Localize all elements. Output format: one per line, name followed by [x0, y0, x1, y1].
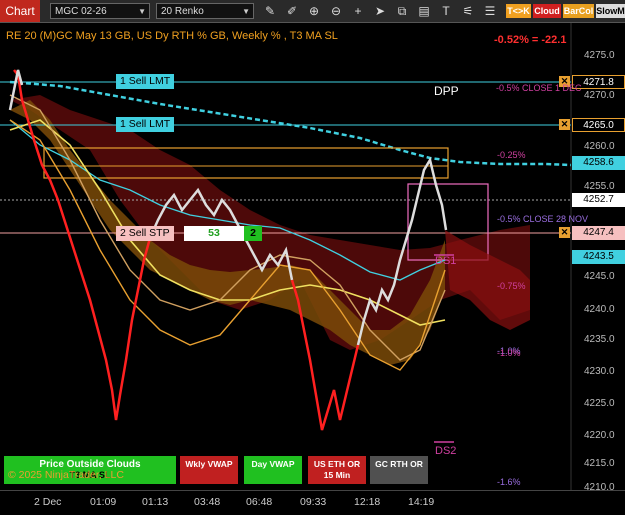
x-tick: 01:13 — [142, 496, 169, 508]
cancel-order-icon[interactable]: ✕ — [559, 119, 570, 130]
ds1-label: DS1 — [435, 255, 457, 267]
properties-icon[interactable]: ▤ — [416, 3, 432, 19]
crosshair-icon[interactable]: + — [350, 3, 366, 19]
level-note: -1.0% — [497, 348, 521, 358]
pointer-icon[interactable]: ➤ — [372, 3, 388, 19]
ma-price-tag: 4243.5 — [572, 250, 625, 264]
x-tick: 12:18 — [354, 496, 381, 508]
period-value: 20 Renko — [161, 6, 204, 17]
sell-limit-order-label[interactable]: 1 Sell LMT — [116, 117, 175, 132]
y-tick: 4240.0 — [584, 304, 615, 315]
y-tick: 4270.0 — [584, 90, 615, 101]
drawing-icon[interactable]: ⚟ — [460, 3, 476, 19]
level-note: -0.5% CLOSE 1 DEC — [496, 83, 582, 93]
toolbar: Chart MGC 02-26 ▼ 20 Renko ▼ ✎ ✐ ⊕ ⊖ + ➤… — [0, 0, 625, 23]
cloud-toggle-button[interactable]: Cloud — [533, 4, 561, 18]
dpp-label: DPP — [434, 84, 459, 98]
zoom-out-icon[interactable]: ⊖ — [328, 3, 344, 19]
level-note: -0.5% CLOSE 28 NOV — [497, 214, 589, 224]
level-note: -0.25% — [497, 150, 526, 160]
sell-stop-order-label[interactable]: 2 Sell STP — [116, 226, 174, 241]
y-tick: 4260.0 — [584, 141, 615, 152]
y-tick: 4225.0 — [584, 398, 615, 409]
order-count[interactable]: 2 — [244, 226, 262, 241]
text-icon[interactable]: T — [438, 3, 454, 19]
y-tick: 4275.0 — [584, 50, 615, 61]
level-note: -1.6% — [497, 477, 521, 487]
copyright-text: © 2025 NinjaTrader, LLC — [8, 469, 124, 481]
sell-limit-order-label[interactable]: 1 Sell LMT — [116, 74, 175, 89]
x-tick: 14:19 — [408, 496, 435, 508]
y-tick: 4230.0 — [584, 366, 615, 377]
gc-rth-or-button[interactable]: GC RTH OR — [370, 456, 428, 484]
zoom-in-icon[interactable]: ⊕ — [306, 3, 322, 19]
barcol-toggle-button[interactable]: BarCol — [563, 4, 594, 18]
tk-toggle-button[interactable]: T<>K — [506, 4, 531, 18]
copy-icon[interactable]: ⧉ — [394, 3, 410, 19]
y-tick: 4220.0 — [584, 430, 615, 441]
order-price-tag[interactable]: 4265.0 — [572, 118, 625, 132]
weekly-vwap-button[interactable]: Wkly VWAP — [180, 456, 238, 484]
price-chart[interactable] — [0, 23, 625, 514]
y-tick: 4245.0 — [584, 271, 615, 282]
chevron-down-icon: ▼ — [242, 7, 250, 16]
instrument-selector[interactable]: MGC 02-26 ▼ — [50, 3, 150, 19]
order-quantity[interactable]: 53 — [184, 226, 244, 241]
last-price-tag: 4252.7 — [572, 193, 625, 207]
pencil-icon[interactable]: ✎ — [262, 3, 278, 19]
list-icon[interactable]: ☰ — [482, 3, 498, 19]
ma-price-tag: 4258.6 — [572, 156, 625, 170]
ds2-label: DS2 — [435, 445, 457, 457]
x-tick: 2 Dec — [34, 496, 62, 508]
us-eth-or-button[interactable]: US ETH OR 15 Min — [308, 456, 366, 484]
slowma-toggle-button[interactable]: SlowM — [596, 4, 625, 18]
percent-change: -0.52% = -22.1 — [494, 34, 567, 46]
x-tick: 06:48 — [246, 496, 273, 508]
chevron-down-icon: ▼ — [138, 7, 146, 16]
x-tick: 09:33 — [300, 496, 327, 508]
y-tick: 4235.0 — [584, 334, 615, 345]
cloud-dark-red — [10, 95, 530, 350]
chart-title: RE 20 (M)GC May 13 GB, US Dy RTH % GB, W… — [6, 30, 338, 42]
level-note: -0.75% — [497, 281, 526, 291]
x-tick: 01:09 — [90, 496, 117, 508]
day-vwap-button[interactable]: Day VWAP — [244, 456, 302, 484]
cancel-order-icon[interactable]: ✕ — [559, 227, 570, 238]
instrument-value: MGC 02-26 — [55, 6, 107, 17]
x-tick: 03:48 — [194, 496, 221, 508]
y-tick: 4255.0 — [584, 181, 615, 192]
stop-price-tag[interactable]: 4247.4 — [572, 226, 625, 240]
draw-tool-icon[interactable]: ✐ — [284, 3, 300, 19]
chart-menu-button[interactable]: Chart — [0, 0, 40, 22]
period-selector[interactable]: 20 Renko ▼ — [156, 3, 254, 19]
y-tick: 4215.0 — [584, 458, 615, 469]
